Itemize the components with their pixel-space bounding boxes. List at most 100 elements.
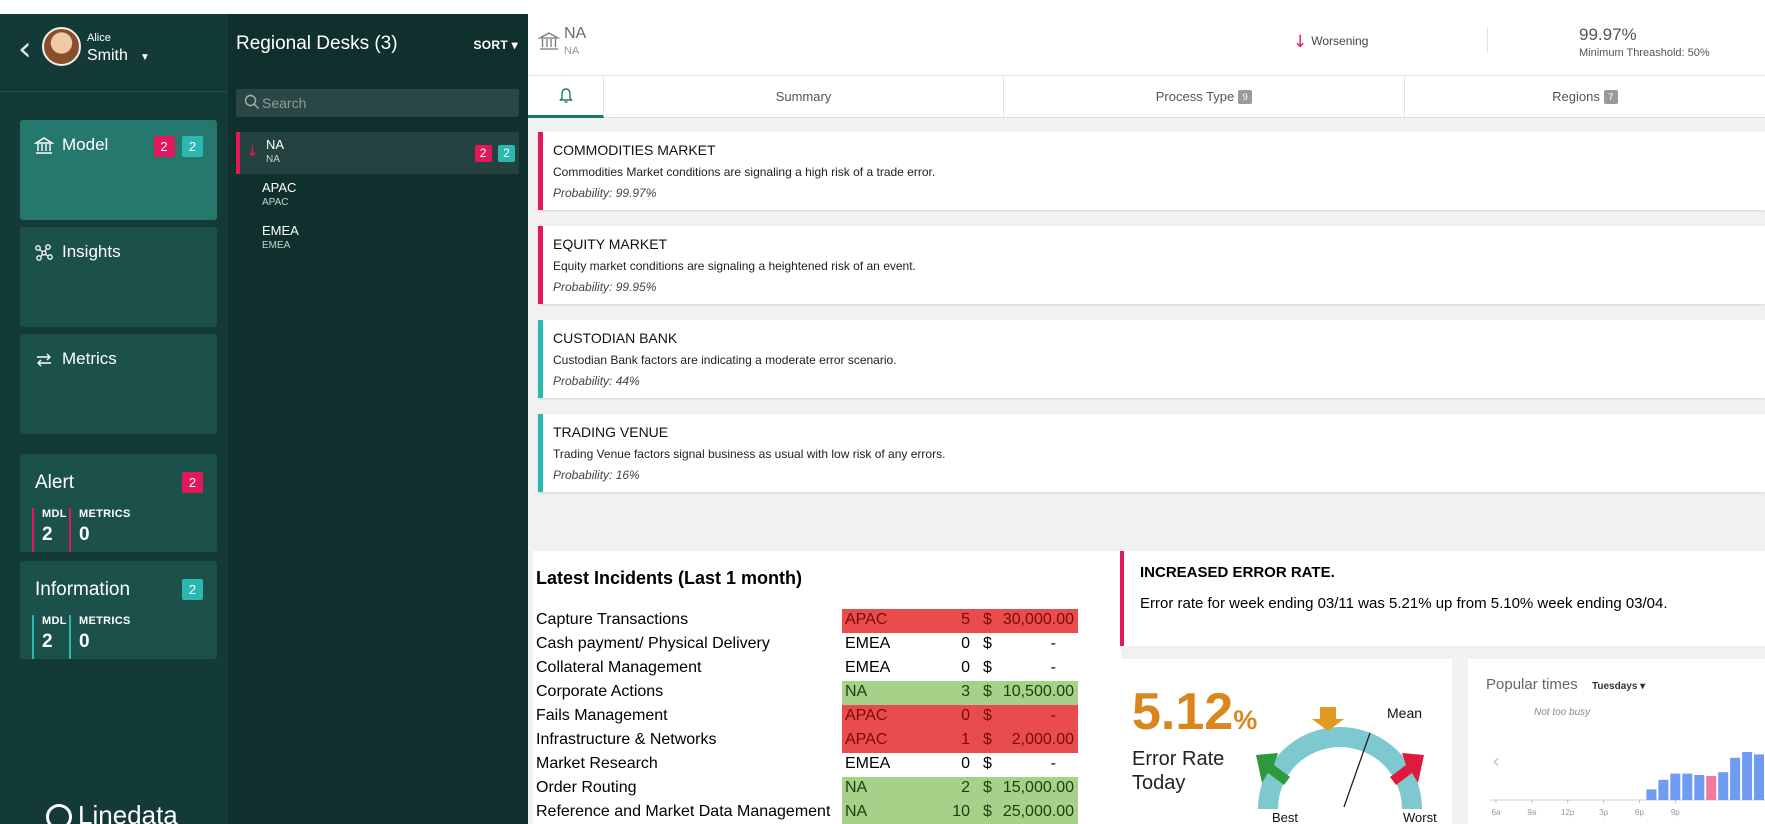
table-row: Reference and Market Data Management NA …	[533, 801, 1121, 824]
popular-times-tick-label: 6p	[1635, 808, 1644, 817]
alert-mdl-value: 2	[42, 524, 53, 545]
incident-name: Reference and Market Data Management	[536, 803, 831, 820]
sort-button[interactable]: SORT ▾	[473, 38, 518, 52]
table-row: Order Routing NA 2 $15,000.00	[533, 777, 1121, 801]
popular-times-tick-label: 9p	[1671, 808, 1680, 817]
avatar	[42, 27, 81, 66]
incident-amount-cell: $25,000.00	[976, 801, 1078, 824]
down-arrow-icon: ↓	[1293, 32, 1308, 52]
incident-region: APAC	[842, 729, 920, 753]
information-metrics-value: 0	[79, 631, 90, 652]
nav-item-model[interactable]: Model 2 2	[20, 120, 217, 220]
chevron-down-icon[interactable]: ▼	[140, 52, 150, 63]
incident-amount-cell: $15,000.00	[976, 777, 1078, 801]
regional-desks-title: Regional Desks (3)	[236, 33, 398, 54]
incident-region: NA	[842, 801, 920, 824]
alert-card-probability: Probability: 16%	[553, 468, 640, 482]
information-metrics-label: METRICS	[79, 615, 131, 627]
user-row[interactable]: ‹ Alice Smith ▼	[0, 14, 228, 92]
incident-amount: -	[1050, 707, 1056, 724]
incident-name: Order Routing	[536, 779, 637, 796]
incident-amount-cell: $ -	[976, 633, 1078, 657]
alert-card[interactable]: EQUITY MARKET Equity market conditions a…	[538, 226, 1765, 304]
tab-regions-count: 7	[1603, 90, 1618, 104]
gauge-best-label: Best	[1272, 810, 1299, 824]
currency-symbol: $	[983, 635, 992, 652]
tab-alerts[interactable]	[528, 76, 604, 118]
incident-amount-cell: $2,000.00	[976, 729, 1078, 753]
incident-amount: 15,000.00	[1002, 779, 1074, 796]
incident-name: Market Research	[536, 755, 658, 772]
information-title: Information	[35, 579, 131, 600]
incident-region: EMEA	[845, 635, 891, 652]
popular-times-bar	[1754, 754, 1764, 800]
region-name: APAC	[262, 180, 297, 195]
nav-item-metrics[interactable]: Metrics	[20, 334, 217, 434]
alert-card-title: CUSTODIAN BANK	[553, 330, 678, 346]
incident-amount: -	[1050, 635, 1056, 652]
tab-process-type[interactable]: Process Type 9	[1004, 76, 1405, 118]
detail-header: NA NA ↓ Worsening 99.97% Minimum Threasho…	[528, 14, 1765, 76]
alert-card[interactable]: CUSTODIAN BANK Custodian Bank factors ar…	[538, 320, 1765, 398]
incident-name: Capture Transactions	[536, 611, 689, 628]
error-rate-alert-desc: Error rate for week ending 03/11 was 5.2…	[1140, 595, 1668, 612]
error-rate-alert-card[interactable]: INCREASED ERROR RATE. Error rate for wee…	[1120, 551, 1765, 646]
tab-summary[interactable]: Summary	[604, 76, 1004, 118]
error-rate-label: Error Rate	[1132, 748, 1225, 770]
alert-card-probability: Probability: 99.97%	[553, 186, 657, 200]
alert-card[interactable]: TRADING VENUE Trading Venue factors sign…	[538, 414, 1765, 492]
latest-incidents-table: Latest Incidents (Last 1 month) Capture …	[533, 551, 1121, 824]
back-chevron-icon[interactable]: ‹	[18, 32, 32, 66]
error-rate-label-today: Today	[1132, 772, 1186, 794]
error-rate-value: 5.12%	[1132, 682, 1257, 742]
alert-card-probability: Probability: 44%	[553, 374, 640, 388]
region-item-emea[interactable]: EMEA EMEA	[236, 218, 519, 260]
tab-summary-label: Summary	[775, 89, 832, 104]
table-row: Cash payment/ Physical Delivery EMEA 0 $…	[533, 633, 1121, 657]
incident-count: 1	[920, 729, 976, 753]
alert-card[interactable]: COMMODITIES MARKET Commodities Market co…	[538, 132, 1765, 210]
alert-card-title: EQUITY MARKET	[553, 236, 668, 252]
incident-amount-cell: $30,000.00	[976, 609, 1078, 633]
region-item-apac[interactable]: APAC APAC	[236, 175, 519, 217]
model-info-badge: 2	[182, 136, 203, 157]
alert-card-title: TRADING VENUE	[553, 424, 669, 440]
trend-label: Worsening	[1311, 34, 1369, 48]
alert-card-desc: Custodian Bank factors are indicating a …	[553, 353, 897, 367]
alert-count-badge: 2	[182, 472, 203, 493]
network-icon	[35, 244, 53, 261]
incident-amount-cell: $ -	[976, 705, 1078, 729]
information-mdl-value: 2	[42, 631, 53, 652]
region-sub: NA	[266, 154, 280, 165]
search-input[interactable]	[262, 93, 512, 113]
incident-region: NA	[842, 681, 920, 705]
table-row: Infrastructure & Networks APAC 1 $2,000.…	[533, 729, 1121, 753]
incident-count: 5	[920, 609, 976, 633]
popular-times-widget: Popular times Tuesdays ▾ Not too busy ‹ …	[1468, 659, 1765, 824]
search-box[interactable]	[236, 89, 519, 117]
alert-metrics-value: 0	[79, 524, 90, 545]
nav-label-model: Model	[62, 135, 109, 154]
region-sub: EMEA	[262, 240, 291, 251]
region-item-na[interactable]: ↓ NA NA 2 2	[236, 132, 519, 174]
nav-item-insights[interactable]: Insights	[20, 227, 217, 327]
incident-count: 0	[961, 755, 970, 772]
alert-summary-card[interactable]: Alert 2 MDL 2 METRICS 0	[20, 454, 217, 552]
bank-icon	[34, 137, 54, 154]
popular-times-bar	[1706, 776, 1717, 800]
left-nav: ‹ Alice Smith ▼ Model 2 2 Insights Metri…	[0, 14, 228, 824]
popular-times-bar	[1646, 789, 1657, 800]
alert-title: Alert	[35, 472, 75, 493]
incident-region: NA	[842, 777, 920, 801]
region-name: NA	[266, 137, 285, 152]
tab-regions[interactable]: Regions 7	[1405, 76, 1765, 118]
incident-name: Infrastructure & Networks	[536, 731, 717, 748]
incident-amount: 30,000.00	[1002, 611, 1074, 628]
alert-card-desc: Trading Venue factors signal business as…	[553, 447, 946, 461]
incident-amount-cell: $ -	[976, 753, 1078, 777]
incident-count: 3	[920, 681, 976, 705]
entity-sub: NA	[564, 45, 580, 57]
table-row: Market Research EMEA 0 $ -	[533, 753, 1121, 777]
incident-region: EMEA	[845, 755, 891, 772]
information-summary-card[interactable]: Information 2 MDL 2 METRICS 0	[20, 561, 217, 659]
